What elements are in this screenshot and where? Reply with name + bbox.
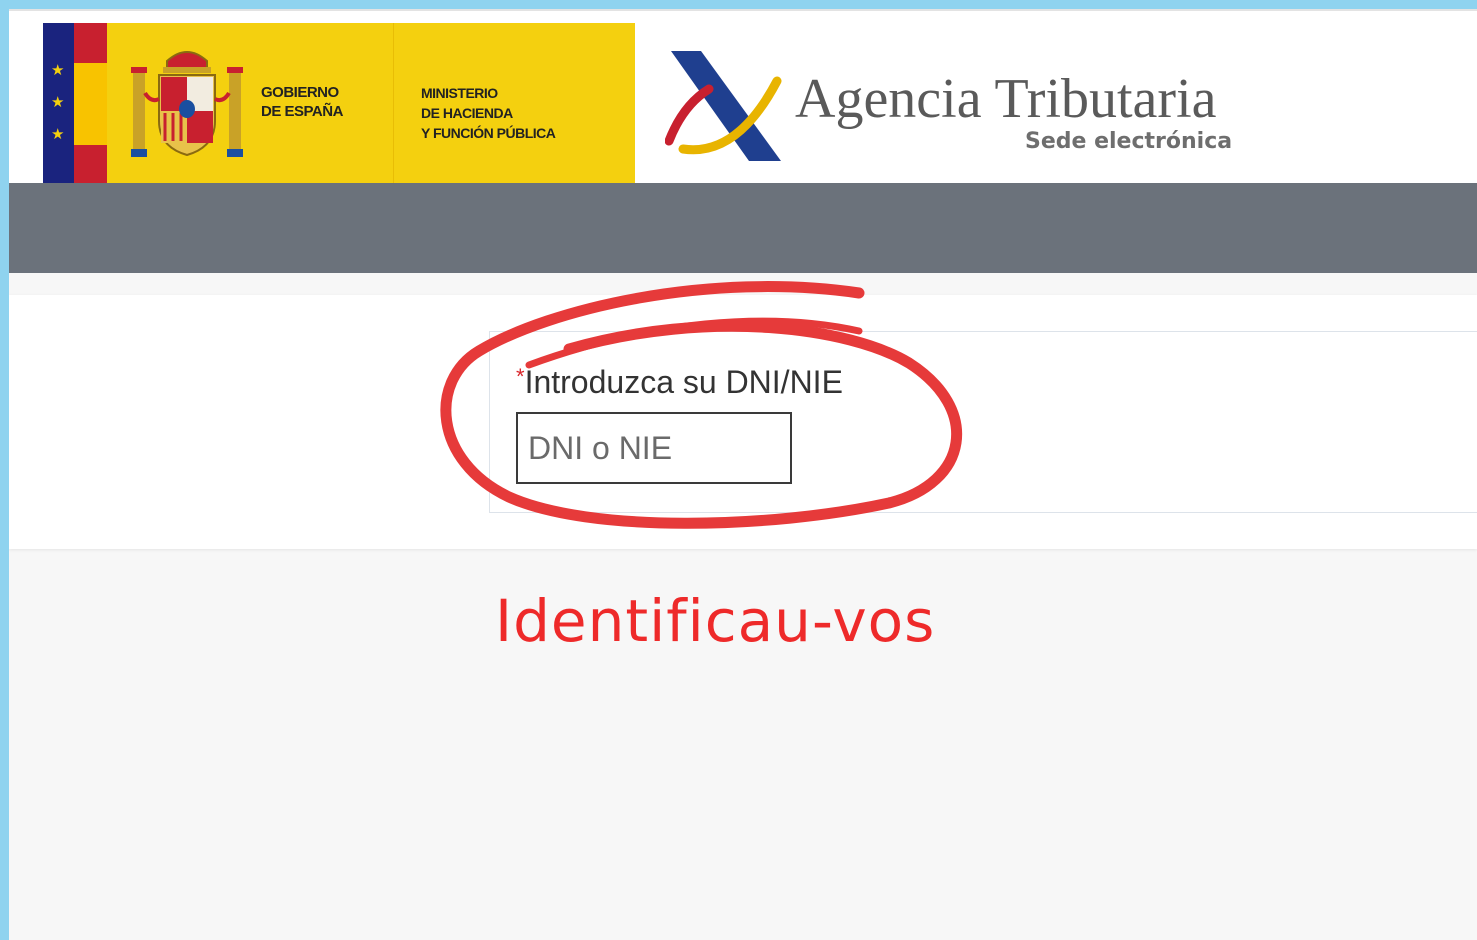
dni-label-text: Introduzca su DNI/NIE — [524, 364, 843, 400]
flag-stripe-middle — [74, 63, 107, 145]
ministry-text: MINISTERIO DE HACIENDA Y FUNCIÓN PÚBLICA — [421, 85, 556, 141]
eu-stars-icon: ★ ★ ★ — [43, 23, 74, 185]
dni-input[interactable] — [516, 412, 792, 484]
site-header: ★ ★ ★ GOBIERNO DE ESPAÑA MINISTERIO DE H… — [9, 9, 1477, 185]
dni-field-label: *Introduzca su DNI/NIE — [516, 364, 843, 401]
navigation-bar — [9, 183, 1477, 273]
required-marker: * — [516, 364, 525, 389]
dni-form-card: *Introduzca su DNI/NIE — [489, 331, 1477, 513]
main-content: *Introduzca su DNI/NIE — [9, 295, 1477, 549]
page-frame: ★ ★ ★ GOBIERNO DE ESPAÑA MINISTERIO DE H… — [9, 9, 1477, 940]
spain-coat-of-arms-icon — [131, 51, 243, 157]
government-banner[interactable]: ★ ★ ★ GOBIERNO DE ESPAÑA MINISTERIO DE H… — [43, 23, 635, 185]
agency-subtitle: Sede electrónica — [1025, 129, 1233, 154]
aeat-logo-icon[interactable] — [665, 45, 783, 161]
flag-stripe-bottom — [74, 145, 107, 185]
banner-divider — [393, 23, 394, 185]
flag-stripe-top — [74, 23, 107, 63]
annotation-caption: Identificau-vos — [495, 587, 936, 655]
agency-name[interactable]: Agencia Tributaria — [795, 67, 1216, 131]
government-text: GOBIERNO DE ESPAÑA — [261, 84, 343, 120]
